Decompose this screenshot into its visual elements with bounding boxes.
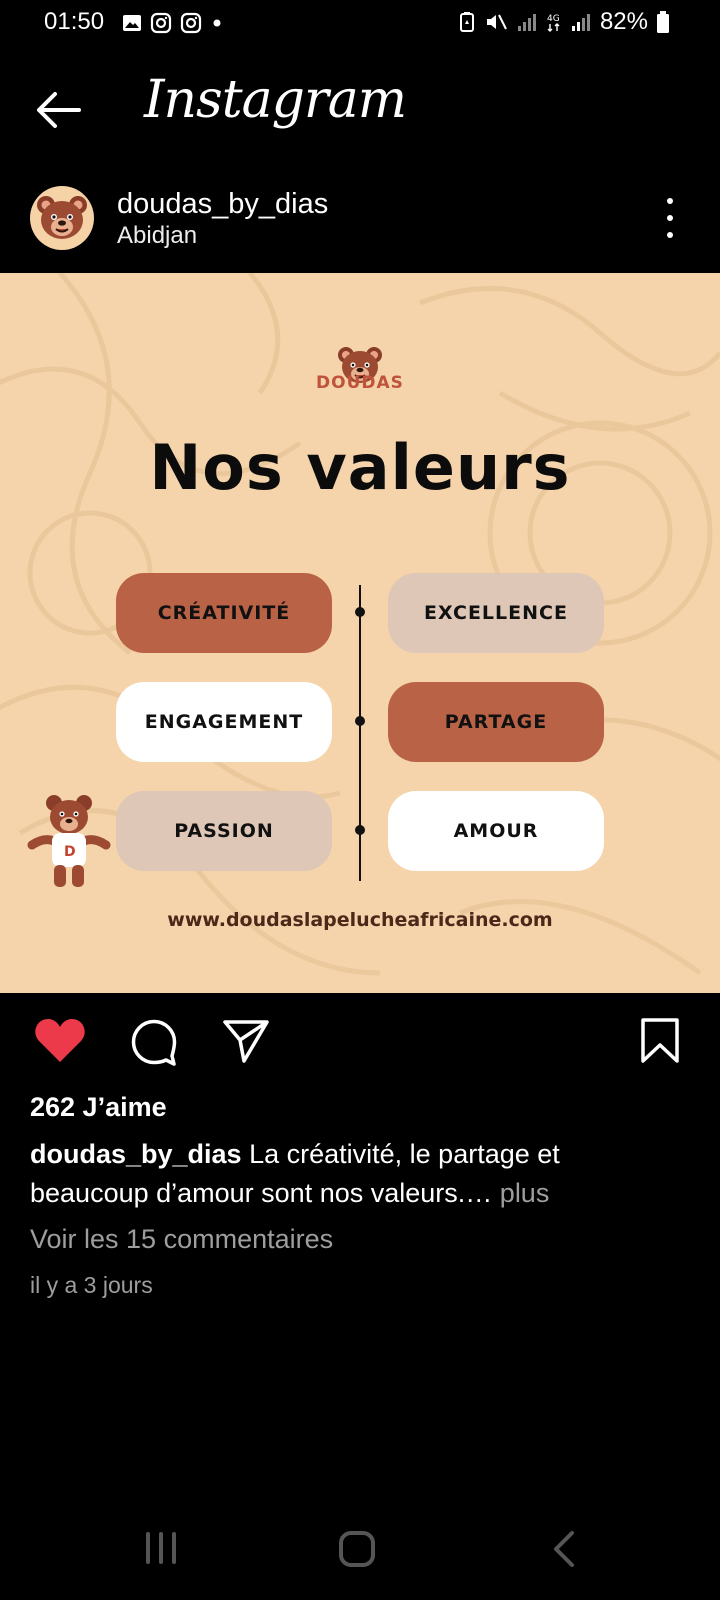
status-time: 01:50 [44,8,105,35]
arrow-left-icon [37,92,81,128]
more-notifications-dot-icon [213,19,221,27]
back-button[interactable] [30,82,86,138]
save-button[interactable] [640,1018,680,1069]
value-pill-passion: PASSION [116,791,332,871]
post-image[interactable]: DOUDAS Nos valeurs CRÉATIVITÉ ENGAGEMENT… [0,273,720,993]
status-right: 4G 82% [458,8,670,36]
like-button[interactable] [34,1018,86,1069]
avatar[interactable] [30,186,94,250]
post-timestamp: il y a 3 jours [30,1272,153,1298]
home-button[interactable] [338,1530,376,1573]
value-pill-creativite: CRÉATIVITÉ [116,573,332,653]
battery-percent: 82% [599,8,648,35]
more-options-button[interactable] [660,198,680,238]
caption-more-link[interactable]: plus [500,1178,550,1208]
notification-icons [122,12,224,34]
values-divider [359,585,361,881]
instagram-notification-icon [150,12,172,34]
divider-dot [355,716,365,726]
bear-mascot-icon: D [27,795,111,887]
send-icon [223,1020,269,1063]
divider-dot [355,825,365,835]
more-dot-icon [667,215,673,221]
status-bar: 01:50 4G 82% [0,0,720,46]
value-pill-engagement: ENGAGEMENT [116,682,332,762]
recent-apps-button[interactable] [144,1530,178,1571]
system-nav-bar [0,1520,720,1580]
instagram-notification-icon-2 [180,12,202,34]
svg-text:4G: 4G [547,14,560,24]
4g-icon: 4G [547,14,560,32]
battery-icon [657,11,669,33]
recent-apps-icon [146,1532,176,1564]
view-comments-link[interactable]: Voir les 15 commentaires [30,1224,333,1255]
battery-saver-icon [459,12,474,32]
value-pill-excellence: EXCELLENCE [388,573,604,653]
likes-count[interactable]: 262 J’aime [30,1092,167,1123]
back-nav-button[interactable] [550,1530,576,1573]
image-headline: Nos valeurs [149,431,571,504]
brand-name: DOUDAS [316,373,404,393]
comment-icon [131,1019,177,1066]
value-pill-amour: AMOUR [388,791,604,871]
app-bar: Instagram [0,60,720,150]
gallery-icon [123,15,141,31]
post-header: doudas_by_dias Abidjan [0,180,720,260]
bear-logo-icon [37,196,87,239]
post-actions [0,1012,720,1072]
home-icon [339,1531,375,1567]
chevron-left-icon [554,1531,574,1567]
caption-username[interactable]: doudas_by_dias [30,1139,242,1169]
comment-button[interactable] [130,1018,178,1071]
divider-dot [355,607,365,617]
mute-icon [486,14,507,30]
value-pill-partage: PARTAGE [388,682,604,762]
heart-icon [35,1019,85,1062]
bookmark-icon [641,1018,679,1063]
signal-icon-2 [571,14,590,31]
post-location[interactable]: Abidjan [117,222,197,250]
svg-text:D: D [64,844,76,860]
share-button[interactable] [222,1018,270,1069]
more-dot-icon [667,198,673,204]
website-url: www.doudaslapelucheafricaine.com [167,909,553,931]
more-dot-icon [667,232,673,238]
signal-icon [517,14,536,31]
post-caption: doudas_by_dias La créativité, le partage… [30,1135,680,1213]
post-username[interactable]: doudas_by_dias [117,188,328,221]
app-title: Instagram [144,70,407,130]
